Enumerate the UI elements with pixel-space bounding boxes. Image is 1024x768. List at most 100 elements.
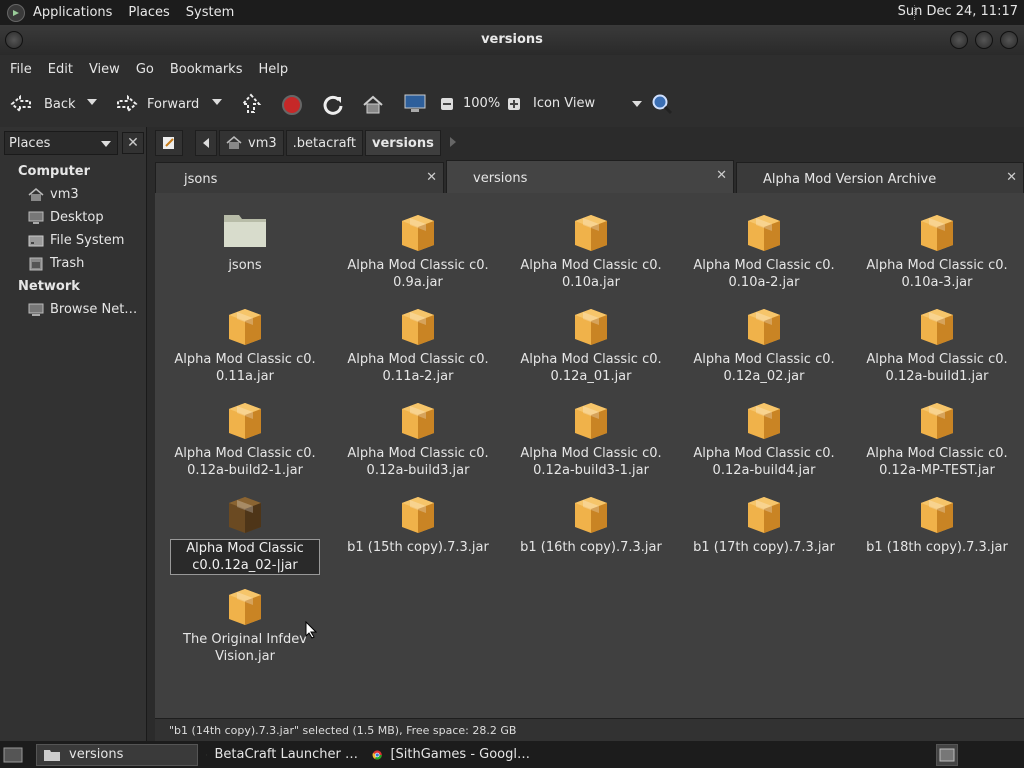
tab-jsons[interactable]: jsons ✕	[155, 162, 444, 193]
path-left-scroll-button[interactable]	[195, 130, 217, 156]
sidebar-item-desktop[interactable]: Desktop	[0, 206, 146, 229]
jar-file-icon	[394, 299, 442, 347]
file-item[interactable]: b1 (15th copy).7.3.jar	[343, 487, 493, 556]
system-menu[interactable]: System	[178, 5, 242, 20]
file-rename-field[interactable]: Alpha Mod Classic c0.0.12a_02-|jar	[170, 539, 320, 575]
file-name-line: Vision.jar	[215, 649, 275, 664]
crumb-betacraft[interactable]: .betacraft	[285, 130, 363, 156]
chevron-down-icon	[212, 99, 222, 105]
crumb-label: .betacraft	[292, 135, 356, 151]
window-titlebar[interactable]: versions	[0, 25, 1024, 55]
file-item[interactable]: Alpha Mod Classic c0. 0.11a-2.jar	[343, 299, 493, 385]
file-name: Alpha Mod Classic c0. 0.12a-MP-TEST.jar	[862, 445, 1012, 479]
file-item[interactable]: Alpha Mod Classic c0. 0.10a-3.jar	[862, 205, 1012, 291]
file-name-line: Alpha Mod Classic c0.	[347, 258, 489, 273]
file-icon-view[interactable]: jsons Alpha Mod Classic c0. 0.9a.jar Alpha …	[155, 193, 1024, 718]
places-menu[interactable]: Places	[120, 5, 177, 20]
sidebar-item-file-system[interactable]: File System	[0, 229, 146, 252]
tab-close-icon[interactable]: ✕	[426, 170, 437, 185]
search-button[interactable]	[651, 93, 673, 115]
sidebar-type-select[interactable]: Places	[4, 131, 118, 155]
file-item[interactable]: Alpha Mod Classic c0. 0.12a-build1.jar	[862, 299, 1012, 385]
file-item[interactable]: jsons	[170, 205, 320, 274]
sidebar-item-trash[interactable]: Trash	[0, 252, 146, 275]
back-button[interactable]: Back	[10, 94, 76, 114]
file-name-line: Alpha Mod Classic c0.	[520, 446, 662, 461]
close-button[interactable]	[1000, 31, 1018, 49]
file-name-line: b1 (18th copy).7.3.jar	[866, 540, 1008, 555]
distro-logo-icon[interactable]	[7, 3, 25, 22]
clock[interactable]: Sun Dec 24, 11:17	[898, 4, 1018, 19]
minimize-button[interactable]	[950, 31, 968, 49]
sidebar-item-label: vm3	[50, 187, 79, 202]
file-item[interactable]: Alpha Mod Classic c0. 0.12a-MP-TEST.jar	[862, 393, 1012, 479]
file-item[interactable]: b1 (16th copy).7.3.jar	[516, 487, 666, 556]
sidebar-item-label: Desktop	[50, 210, 104, 225]
file-item[interactable]: b1 (17th copy).7.3.jar	[689, 487, 839, 556]
task-chrome[interactable]: [SithGames - Googl…	[366, 744, 536, 766]
file-name: Alpha Mod Classic c0. 0.9a.jar	[343, 257, 493, 291]
jar-file-icon	[221, 579, 269, 627]
menu-view[interactable]: View	[81, 62, 128, 77]
back-label: Back	[44, 96, 76, 112]
menu-file[interactable]: File	[2, 62, 40, 77]
file-name-line: Alpha Mod Classic c0.	[693, 446, 835, 461]
tab-close-icon[interactable]: ✕	[716, 168, 727, 183]
workspace-switcher[interactable]	[936, 744, 958, 766]
menu-go[interactable]: Go	[128, 62, 162, 77]
sidebar-close-button[interactable]: ✕	[122, 132, 144, 154]
file-item[interactable]: Alpha Mod Classic c0. 0.10a-2.jar	[689, 205, 839, 291]
sidebar-item-vm3[interactable]: vm3	[0, 183, 146, 206]
zoom-in-button[interactable]	[507, 97, 521, 111]
file-item[interactable]: Alpha Mod Classic c0. 0.11a.jar	[170, 299, 320, 385]
up-button[interactable]	[240, 93, 262, 115]
sidebar-header: Places ✕	[0, 127, 146, 159]
stop-button[interactable]	[281, 94, 303, 116]
file-name-line: Alpha Mod Classic c0.	[347, 446, 489, 461]
crumb-vm3[interactable]: vm3	[219, 130, 284, 156]
applications-menu[interactable]: Applications	[25, 5, 120, 20]
file-item[interactable]: Alpha Mod Classic c0. 0.12a-build4.jar	[689, 393, 839, 479]
file-item[interactable]: Alpha Mod Classic c0. 0.9a.jar	[343, 205, 493, 291]
crumb-versions[interactable]: versions	[365, 130, 441, 156]
close-icon: ✕	[127, 135, 139, 151]
home-button[interactable]	[362, 94, 384, 116]
zoom-out-button[interactable]	[440, 97, 454, 111]
show-desktop-button[interactable]	[2, 744, 24, 766]
tab-close-icon[interactable]: ✕	[1006, 170, 1017, 185]
file-item[interactable]: Alpha Mod Classic c0. 0.10a.jar	[516, 205, 666, 291]
file-name-line: 0.12a-build1.jar	[885, 369, 989, 384]
path-right-scroll-button[interactable]	[449, 136, 457, 151]
computer-button[interactable]	[403, 93, 427, 115]
toggle-location-entry-button[interactable]	[155, 130, 183, 156]
maximize-button[interactable]	[975, 31, 993, 49]
sidebar-item-browse-network[interactable]: Browse Net…	[0, 298, 146, 321]
task-betacraft-launcher[interactable]: BetaCraft Launcher …	[200, 744, 364, 766]
zoom-level[interactable]: 100%	[463, 96, 500, 111]
task-versions[interactable]: versions	[36, 743, 198, 766]
file-name-line: Alpha Mod Classic c0.	[174, 446, 316, 461]
back-history-dropdown[interactable]	[86, 96, 98, 108]
file-item[interactable]: The Original Infdev Vision.jar	[170, 579, 320, 665]
task-label: versions	[69, 747, 124, 762]
forward-button[interactable]: Forward	[114, 94, 199, 114]
file-item[interactable]: Alpha Mod Classic c0. 0.12a_01.jar	[516, 299, 666, 385]
view-mode-select[interactable]: Icon View	[533, 96, 643, 111]
file-name: Alpha Mod Classic c0. 0.11a-2.jar	[343, 351, 493, 385]
tab-versions[interactable]: versions ✕	[446, 160, 734, 193]
forward-history-dropdown[interactable]	[211, 96, 223, 108]
file-item[interactable]: Alpha Mod Classic c0. 0.12a-build3-1.jar	[516, 393, 666, 479]
tab-alpha-mod-version-archive[interactable]: Alpha Mod Version Archive ✕	[736, 162, 1024, 193]
file-item[interactable]: Alpha Mod Classic c0. 0.12a_02.jar	[689, 299, 839, 385]
file-item[interactable]: b1 (18th copy).7.3.jar	[862, 487, 1012, 556]
file-item[interactable]: Alpha Mod Classic c0.0.12a_02-|jar	[170, 487, 320, 575]
file-item[interactable]: Alpha Mod Classic c0. 0.12a-build3.jar	[343, 393, 493, 479]
file-name: b1 (15th copy).7.3.jar	[343, 539, 493, 556]
menu-edit[interactable]: Edit	[40, 62, 81, 77]
menu-bookmarks[interactable]: Bookmarks	[162, 62, 251, 77]
jar-file-icon	[394, 393, 442, 441]
reload-button[interactable]	[322, 94, 344, 116]
file-item[interactable]: Alpha Mod Classic c0. 0.12a-build2-1.jar	[170, 393, 320, 479]
menu-help[interactable]: Help	[250, 62, 296, 77]
chrome-icon	[372, 749, 382, 760]
